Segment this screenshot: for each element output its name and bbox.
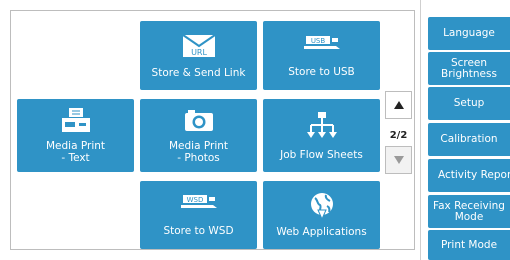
job-flow-sheets-label: Job Flow Sheets bbox=[280, 148, 363, 161]
store-send-link-tile[interactable]: URL Store & Send Link bbox=[140, 21, 257, 90]
print-mode-button[interactable]: Print Mode bbox=[428, 230, 510, 260]
web-applications-label: Web Applications bbox=[276, 226, 367, 238]
wsd-device-icon: WSD bbox=[180, 195, 217, 208]
job-flow-icon bbox=[306, 111, 337, 138]
printer-usb-icon bbox=[61, 108, 90, 132]
panel-divider bbox=[420, 0, 421, 260]
envelope-url-icon: URL bbox=[181, 33, 216, 57]
globe-download-icon bbox=[310, 193, 333, 220]
svg-text:URL: URL bbox=[191, 48, 207, 57]
media-print-text-tile[interactable]: Media Print - Text bbox=[17, 99, 134, 172]
fax-receiving-mode-button[interactable]: Fax Receiving Mode bbox=[428, 195, 510, 228]
store-to-wsd-label: Store to WSD bbox=[163, 225, 234, 237]
store-to-usb-label: Store to USB bbox=[288, 65, 355, 78]
language-button[interactable]: Language bbox=[428, 17, 510, 50]
job-flow-sheets-tile[interactable]: Job Flow Sheets bbox=[263, 99, 380, 172]
activity-report-button[interactable]: Activity Report bbox=[428, 159, 510, 192]
screen-brightness-button[interactable]: Screen Brightness bbox=[428, 52, 510, 85]
scroll-down-button[interactable] bbox=[385, 146, 412, 174]
triangle-up-icon bbox=[393, 101, 404, 109]
svg-text:WSD: WSD bbox=[186, 196, 203, 204]
setup-button[interactable]: Setup bbox=[428, 87, 510, 120]
page-indicator: 2/2 bbox=[389, 130, 408, 141]
usb-device-icon: USB bbox=[303, 35, 340, 49]
scroll-up-button[interactable] bbox=[385, 91, 412, 119]
media-print-photos-label: Media Print - Photos bbox=[168, 139, 229, 164]
camera-icon bbox=[184, 109, 213, 131]
store-to-usb-tile[interactable]: USB Store to USB bbox=[263, 21, 380, 90]
svg-text:USB: USB bbox=[310, 37, 325, 45]
calibration-button[interactable]: Calibration bbox=[428, 123, 510, 156]
web-applications-tile[interactable]: Web Applications bbox=[263, 181, 380, 249]
media-print-photos-tile[interactable]: Media Print - Photos bbox=[140, 99, 257, 172]
store-to-wsd-tile[interactable]: WSD Store to WSD bbox=[140, 181, 257, 249]
store-send-link-label: Store & Send Link bbox=[151, 66, 246, 79]
triangle-down-icon bbox=[393, 156, 404, 164]
media-print-text-label: Media Print - Text bbox=[45, 140, 106, 164]
